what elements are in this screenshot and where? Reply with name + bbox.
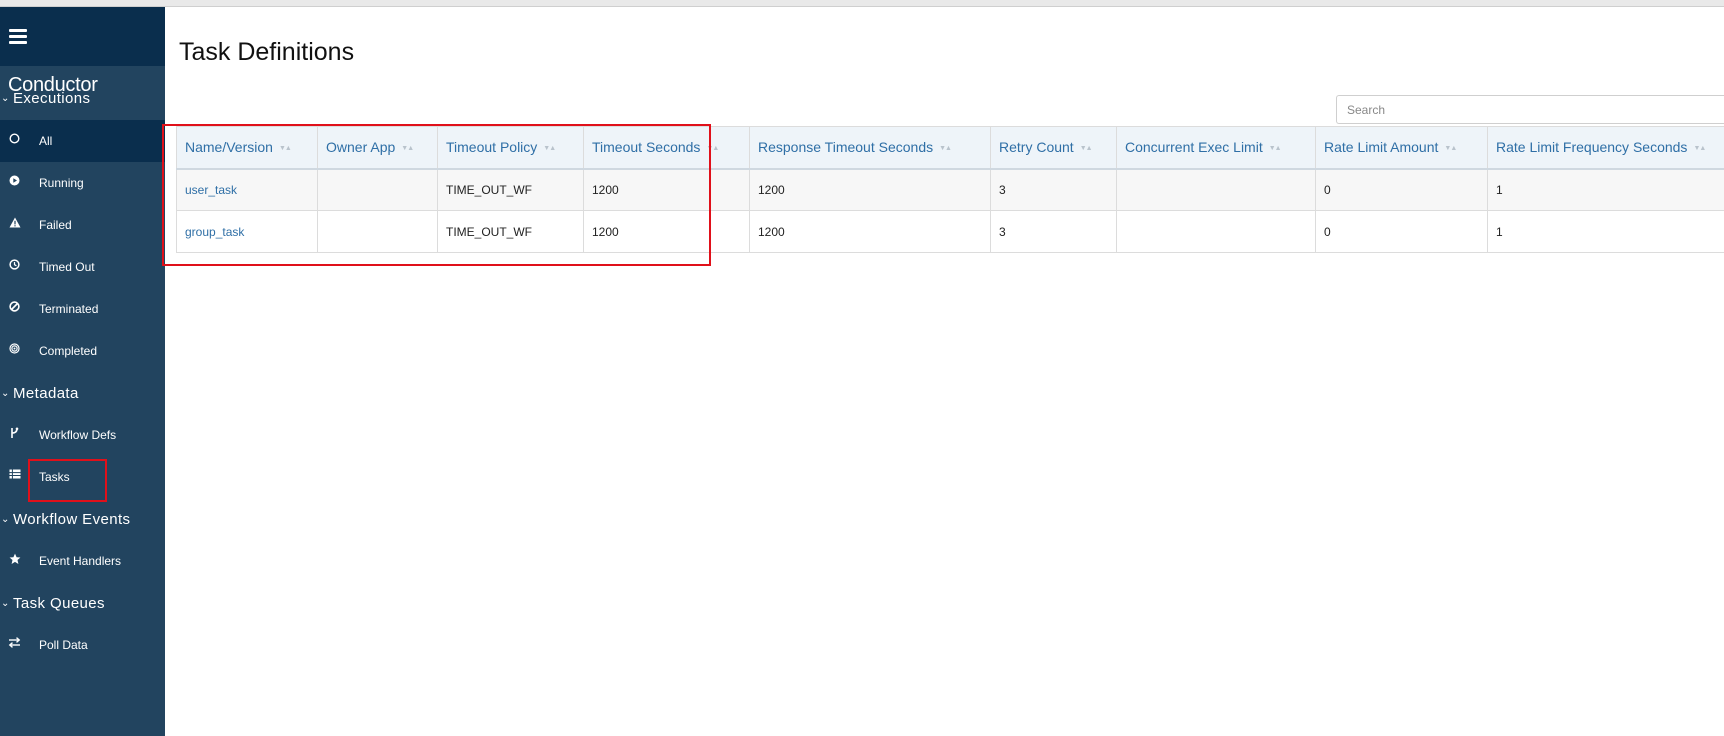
concurrent-exec-limit-cell: [1116, 210, 1316, 253]
search-input[interactable]: [1336, 95, 1724, 124]
sidebar-item-running[interactable]: Running: [0, 162, 165, 204]
chevron-down-icon: ⌄: [1, 93, 10, 104]
retry-count-cell: 3: [990, 168, 1117, 211]
section-task-queues[interactable]: ⌄ Task Queues: [0, 594, 165, 618]
column-header-concurrent-exec-limit[interactable]: Concurrent Exec Limit ▼▲: [1116, 126, 1316, 170]
chevron-down-icon: ⌄: [1, 598, 10, 609]
column-header-rate-limit-amount[interactable]: Rate Limit Amount ▼▲: [1315, 126, 1488, 170]
chevron-down-icon: ⌄: [1, 514, 10, 525]
sort-icon: ▼▲: [1079, 145, 1093, 153]
column-header-response-timeout-seconds[interactable]: Response Timeout Seconds ▼▲: [749, 126, 991, 170]
sidebar-item-failed[interactable]: Failed: [0, 204, 165, 246]
star-icon: [7, 553, 22, 568]
section-workflow-events[interactable]: ⌄ Workflow Events: [0, 510, 165, 534]
chevron-down-icon: ⌄: [1, 388, 10, 399]
rate-limit-frequency-seconds-cell: 1: [1487, 210, 1724, 253]
sidebar-item-poll-data[interactable]: Poll Data: [0, 624, 165, 666]
list-icon: [7, 469, 22, 484]
sort-icon: ▼▲: [1268, 145, 1282, 153]
hamburger-menu-icon[interactable]: [9, 29, 27, 44]
sort-icon: ▼▲: [939, 145, 952, 153]
retry-count-cell: 3: [990, 210, 1117, 253]
sidebar: Conductor ⌄ Executions All Running Faile…: [0, 7, 165, 736]
rate-limit-amount-cell: 0: [1315, 168, 1488, 211]
sidebar-item-completed[interactable]: Completed: [0, 330, 165, 372]
tasks-highlight-box: [28, 459, 107, 502]
columns-highlight-box: [162, 124, 711, 266]
response-timeout-seconds-cell: 1200: [749, 168, 991, 211]
play-circle-icon: [7, 175, 22, 190]
sidebar-item-terminated[interactable]: Terminated: [0, 288, 165, 330]
section-executions[interactable]: ⌄ Executions: [0, 89, 165, 113]
main-content: Task Definitions Name/Version▼▲ Owner Ap…: [165, 7, 1724, 736]
column-header-rate-limit-frequency-seconds[interactable]: Rate Limit Frequency Seconds ▼▲: [1487, 126, 1724, 170]
rate-limit-amount-cell: 0: [1315, 210, 1488, 253]
target-icon: [7, 343, 22, 358]
ban-icon: [7, 301, 22, 316]
concurrent-exec-limit-cell: [1116, 168, 1316, 211]
sidebar-header: [0, 7, 165, 66]
exchange-icon: [7, 637, 22, 652]
sidebar-item-all[interactable]: All: [0, 120, 165, 162]
sidebar-item-timed-out[interactable]: Timed Out: [0, 246, 165, 288]
section-metadata[interactable]: ⌄ Metadata: [0, 384, 165, 408]
browser-top-edge: [0, 0, 1724, 7]
sort-icon: ▼▲: [1444, 145, 1457, 153]
sidebar-item-event-handlers[interactable]: Event Handlers: [0, 540, 165, 582]
page-title: Task Definitions: [179, 38, 355, 66]
branch-icon: [7, 427, 22, 442]
response-timeout-seconds-cell: 1200: [749, 210, 991, 253]
clock-icon: [7, 259, 22, 274]
column-header-retry-count[interactable]: Retry Count ▼▲: [990, 126, 1117, 170]
sidebar-item-workflow-defs[interactable]: Workflow Defs: [0, 414, 165, 456]
circle-outline-icon: [7, 133, 22, 148]
rate-limit-frequency-seconds-cell: 1: [1487, 168, 1724, 211]
sort-icon: ▼▲: [1693, 145, 1706, 153]
warning-icon: [7, 217, 22, 232]
